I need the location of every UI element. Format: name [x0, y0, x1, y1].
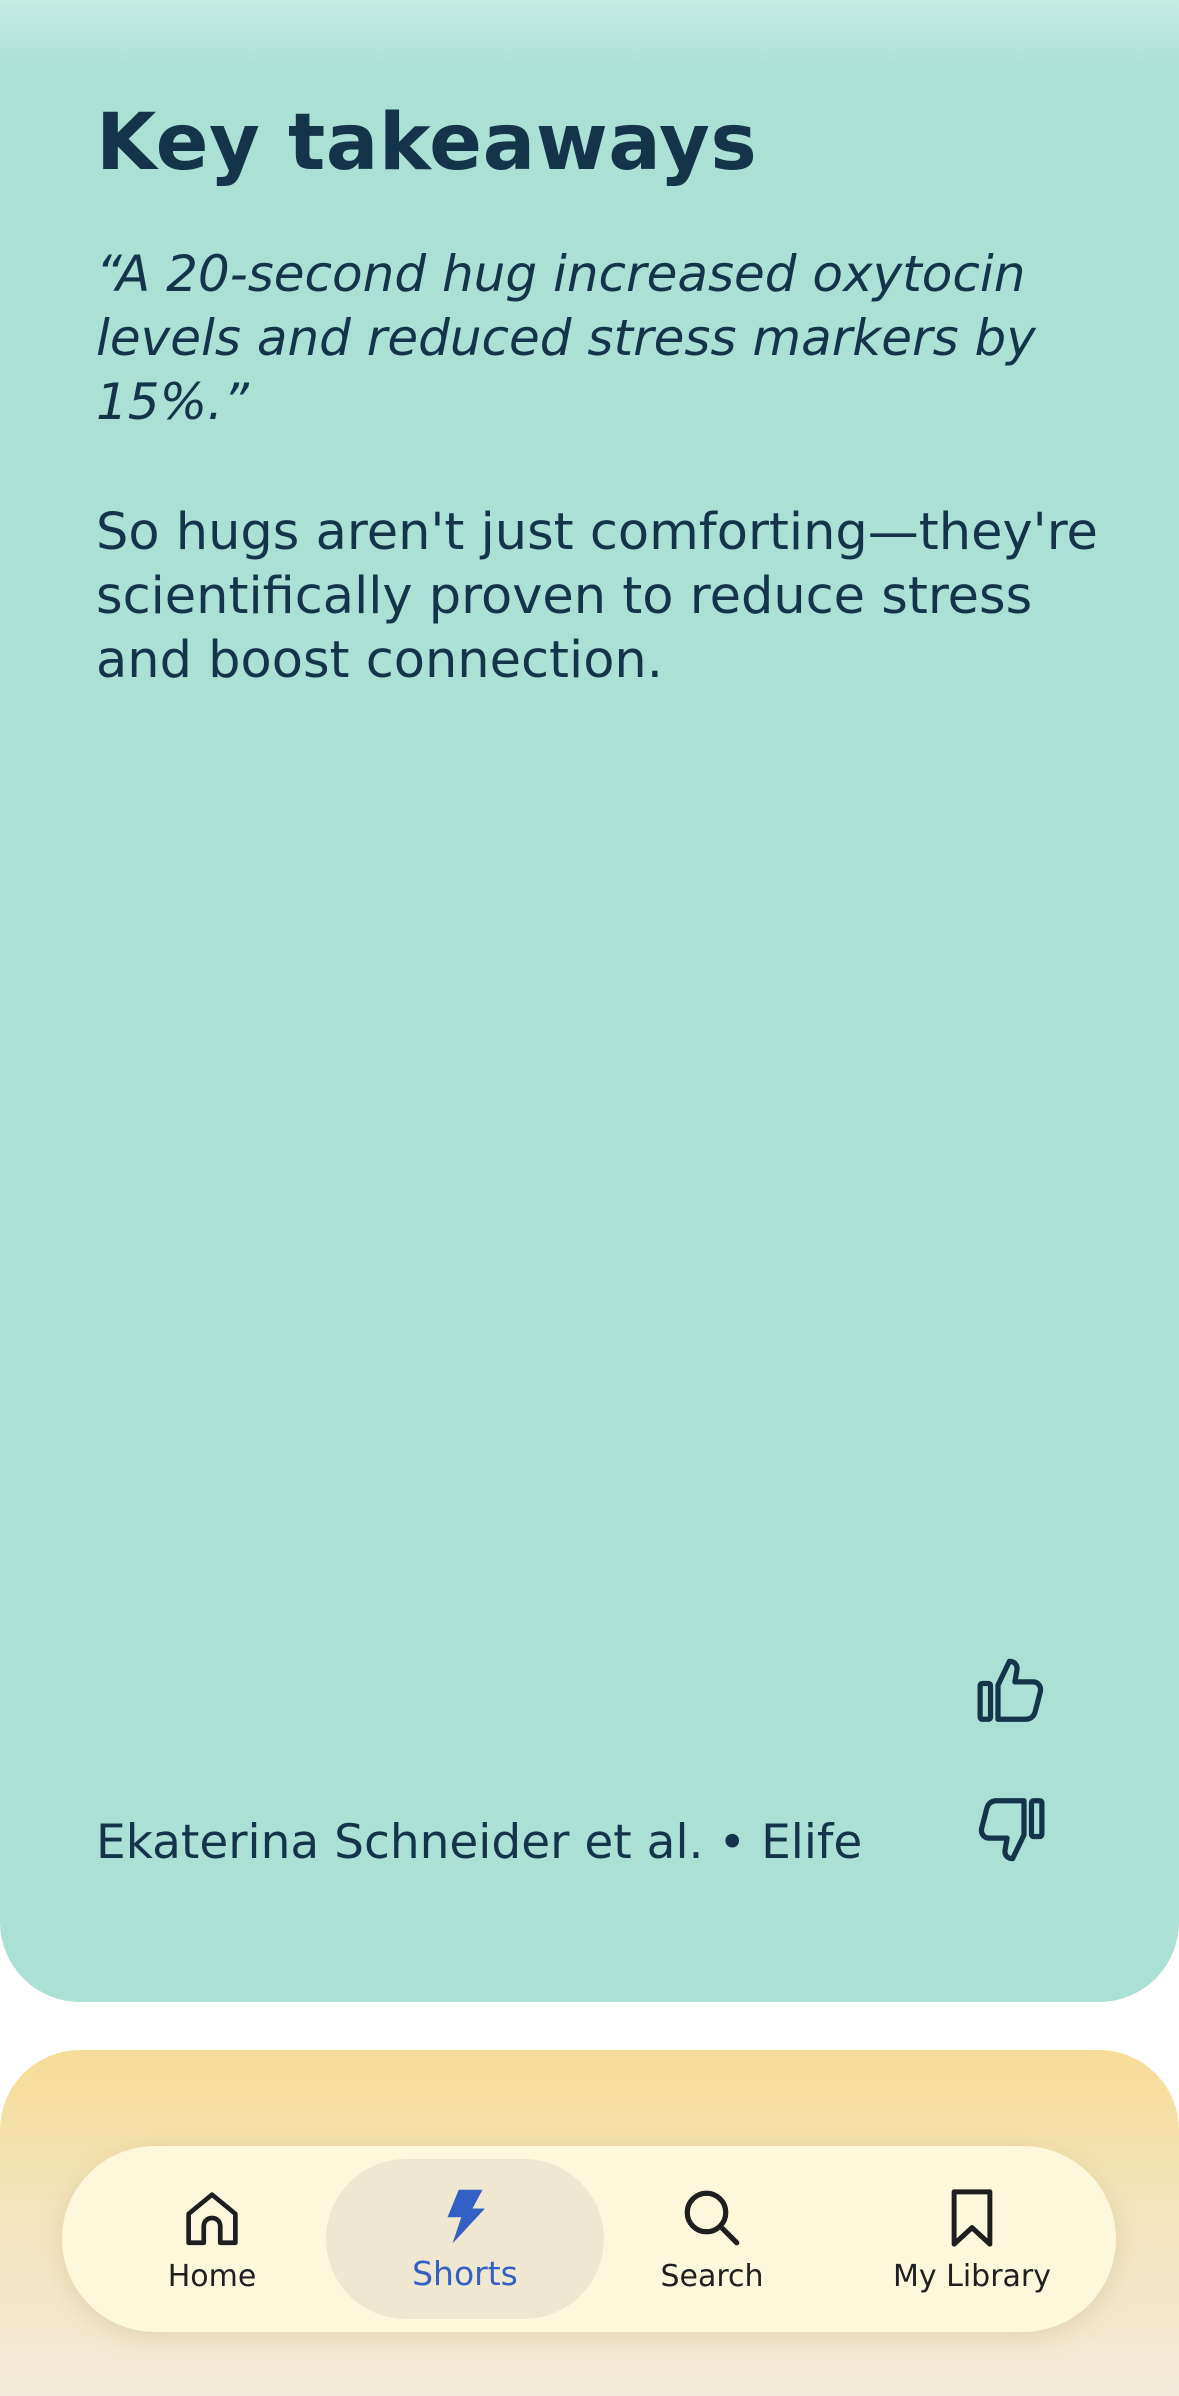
card-title: Key takeaways — [96, 98, 758, 188]
nav-home-label: Home — [167, 2258, 257, 2294]
like-button[interactable] — [966, 1645, 1056, 1735]
nav-search[interactable]: Search — [622, 2146, 802, 2332]
thumbs-down-icon — [978, 1798, 1045, 1862]
bottom-nav: Home Shorts Search My Library — [62, 2146, 1116, 2332]
takeaways-card: Key takeaways “A 20-second hug increased… — [0, 0, 1179, 2002]
home-icon — [186, 2191, 238, 2245]
thumbs-up-icon — [977, 1658, 1044, 1722]
search-icon — [684, 2190, 740, 2245]
nav-shorts[interactable]: Shorts — [326, 2159, 604, 2319]
bookmark-icon — [951, 2188, 993, 2247]
lightning-icon — [447, 2189, 485, 2243]
shorts-screen: Key takeaways “A 20-second hug increased… — [0, 0, 1179, 2396]
key-quote: “A 20-second hug increased oxytocin leve… — [96, 245, 1036, 431]
takeaway-summary: So hugs aren't just comforting—they're s… — [96, 503, 1098, 690]
nav-search-label: Search — [660, 2258, 764, 2294]
card-top-fade — [0, 0, 1179, 70]
nav-my-library-label: My Library — [892, 2258, 1052, 2294]
source-attribution: Ekaterina Schneider et al. • Elife — [96, 1815, 863, 1870]
nav-home[interactable]: Home — [122, 2146, 302, 2332]
dislike-button[interactable] — [966, 1785, 1056, 1875]
nav-shorts-label: Shorts — [412, 2253, 518, 2293]
nav-my-library[interactable]: My Library — [852, 2146, 1092, 2332]
